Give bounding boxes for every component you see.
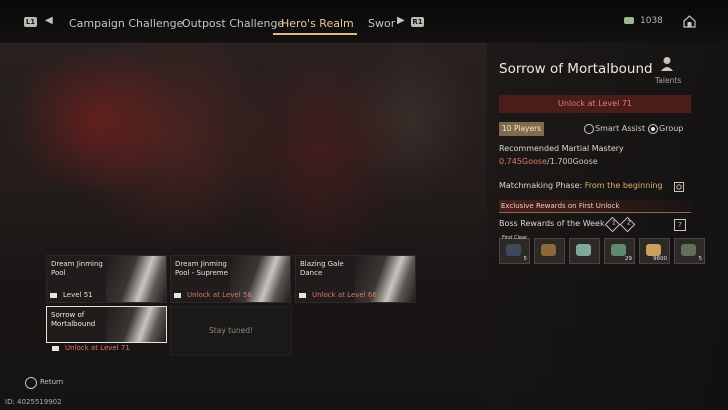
group-label[interactable]: Group (659, 124, 683, 133)
unlock-button[interactable]: Unlock at Level 71 (499, 95, 691, 113)
players-badge: 10 Players (499, 122, 544, 136)
mastery-current: 0.745Goose (499, 157, 547, 166)
card-status-text: Unlock at Level 66 (312, 291, 377, 299)
card-name: Sorrow of Mortalbound (51, 311, 96, 328)
card-status-text: Unlock at Level 56 (187, 291, 252, 299)
card-name: Dream Jinming Pool - Supreme (175, 260, 228, 277)
card-art (106, 307, 166, 342)
currency-icon (624, 17, 634, 24)
mastery-label: Recommended Martial Mastery (499, 144, 624, 153)
tab-outpost-challenge[interactable]: Outpost Challenge (182, 17, 284, 30)
reward-slot[interactable]: 5 (674, 238, 705, 264)
matchmaking-value: From the beginning (584, 181, 663, 190)
reward-count: 9600 (653, 256, 667, 262)
currency-display: 1038 (624, 16, 663, 26)
reward-count: 5 (523, 256, 528, 262)
reward-slot[interactable] (534, 238, 565, 264)
matchmaking-phase: Matchmaking Phase: From the beginning (499, 181, 663, 190)
card-status-text: Level 51 (63, 291, 93, 299)
matchmaking-label: Matchmaking Phase: (499, 181, 583, 190)
reward-count: 5 (698, 256, 703, 262)
page-title: Sorrow of Mortalbound (499, 61, 653, 77)
stay-tuned-placeholder: Stay tuned! (170, 306, 292, 356)
top-navigation-bar: L1 ◀ Campaign Challenge Outpost Challeng… (0, 0, 728, 43)
card-status: Unlock at Level 56 (170, 290, 289, 301)
matchmaking-settings-icon[interactable] (674, 182, 684, 192)
previous-tab-arrow-icon[interactable]: ◀ (45, 15, 53, 26)
exclusive-rewards-banner[interactable]: Exclusive Rewards on First Unlock (499, 200, 691, 213)
card-status: Unlock at Level 66 (295, 290, 414, 301)
smart-assist-radio[interactable] (584, 124, 594, 134)
lock-icon (299, 292, 306, 298)
boss-rewards-label: Boss Rewards of the Week (499, 219, 605, 228)
return-button[interactable]: Return (40, 378, 63, 386)
tab-heros-realm[interactable]: Hero's Realm (281, 17, 354, 30)
badge-2-number: 2 (626, 219, 631, 227)
reward-count: 29 (625, 256, 632, 262)
dungeon-card-sorrow-of-mortalbound[interactable]: Sorrow of Mortalbound (46, 306, 167, 343)
next-tab-arrow-icon[interactable]: ▶ (397, 15, 405, 26)
mastery-required: 1.700Goose (549, 157, 598, 166)
reward-item-icon (646, 244, 661, 256)
home-icon[interactable] (683, 15, 696, 28)
reward-slot[interactable]: 29 (604, 238, 635, 264)
mastery-value: 0.745Goose/1.700Goose (499, 157, 598, 166)
card-status-text: Unlock at Level 71 (65, 344, 130, 352)
status-icon (50, 292, 57, 298)
card-name: Dream Jinming Pool (51, 260, 103, 277)
card-status: Unlock at Level 71 (48, 343, 167, 354)
talents-icon[interactable] (660, 56, 674, 72)
reward-item-icon (611, 244, 626, 256)
currency-value: 1038 (640, 16, 663, 26)
tab-swor[interactable]: Swor (368, 17, 395, 30)
active-tab-underline (273, 33, 357, 35)
reward-slot[interactable] (569, 238, 600, 264)
reward-slot[interactable]: 9600 (639, 238, 670, 264)
circle-button-icon[interactable] (25, 377, 37, 389)
talents-label[interactable]: Talents (655, 76, 681, 85)
r1-key-icon[interactable]: R1 (411, 17, 424, 27)
tab-campaign-challenge[interactable]: Campaign Challenge (69, 17, 183, 30)
l1-key-icon[interactable]: L1 (24, 17, 37, 27)
reward-item-icon (541, 244, 556, 256)
reward-slot[interactable]: First Clear 5 (499, 235, 530, 264)
reward-tag: First Clear (502, 235, 528, 241)
reward-item-icon (681, 244, 696, 256)
reward-item-icon (576, 244, 591, 256)
badge-1-number: 1 (611, 219, 616, 227)
reward-item-icon (506, 244, 521, 256)
help-icon[interactable]: ? (674, 219, 686, 231)
card-name: Blazing Gale Dance (300, 260, 344, 277)
card-status: Level 51 (46, 290, 165, 301)
user-id: ID: 4025519902 (5, 398, 62, 406)
lock-icon (174, 292, 181, 298)
smart-assist-label[interactable]: Smart Assist (595, 124, 645, 133)
group-radio[interactable] (648, 124, 658, 134)
lock-icon (52, 345, 59, 351)
